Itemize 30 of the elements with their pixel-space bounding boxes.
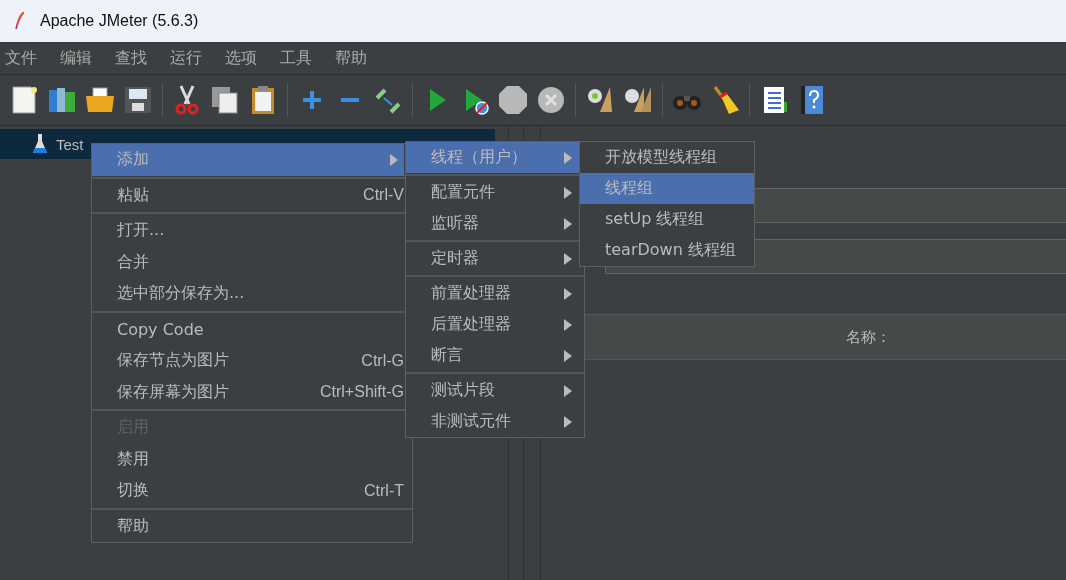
shutdown-icon[interactable] [535, 84, 567, 116]
menu-item[interactable]: 非测试元件 [406, 406, 584, 437]
menu-item[interactable]: 禁用 [92, 443, 404, 475]
save-icon[interactable] [122, 84, 154, 116]
menu-item[interactable]: 文件 [0, 47, 47, 69]
menu-item[interactable]: 保存屏幕为图片 Ctrl+Shift-G [92, 376, 404, 408]
menu-item[interactable]: 断言 [406, 340, 584, 371]
menu-item[interactable]: 编辑 [55, 47, 102, 69]
menu-item[interactable]: 前置处理器 [406, 278, 584, 309]
flask-icon [32, 133, 48, 155]
menu-item[interactable]: 合并 [92, 246, 404, 278]
menu-item[interactable]: 打开... [92, 215, 404, 247]
menu-item[interactable]: Copy Code [92, 313, 404, 345]
menu-item[interactable]: 切换 Ctrl-T [92, 475, 404, 507]
menu-item[interactable]: 选中部分保存为... [92, 278, 404, 310]
menu-item[interactable]: 保存节点为图片 Ctrl-G [92, 345, 404, 377]
menu-item[interactable]: 帮助 [92, 510, 412, 542]
menu-item[interactable]: 选项 [220, 47, 267, 69]
column-header: 名称： [846, 327, 891, 347]
menu-item[interactable]: 粘贴 Ctrl-V [92, 179, 404, 211]
menu-item[interactable]: 测试片段 [406, 375, 584, 406]
menu-item[interactable]: 后置处理器 [406, 309, 584, 340]
menu-item[interactable]: 查找 [110, 47, 157, 69]
menu-item[interactable]: 运行 [165, 47, 212, 69]
menu-item[interactable]: 帮助 [330, 47, 377, 69]
window-title: Apache JMeter (5.6.3) [40, 12, 199, 30]
copy-icon[interactable] [209, 84, 241, 116]
menu-item[interactable]: setUp 线程组 [580, 204, 754, 235]
stop-icon[interactable] [497, 84, 529, 116]
menu-item[interactable]: 工具 [275, 47, 322, 69]
